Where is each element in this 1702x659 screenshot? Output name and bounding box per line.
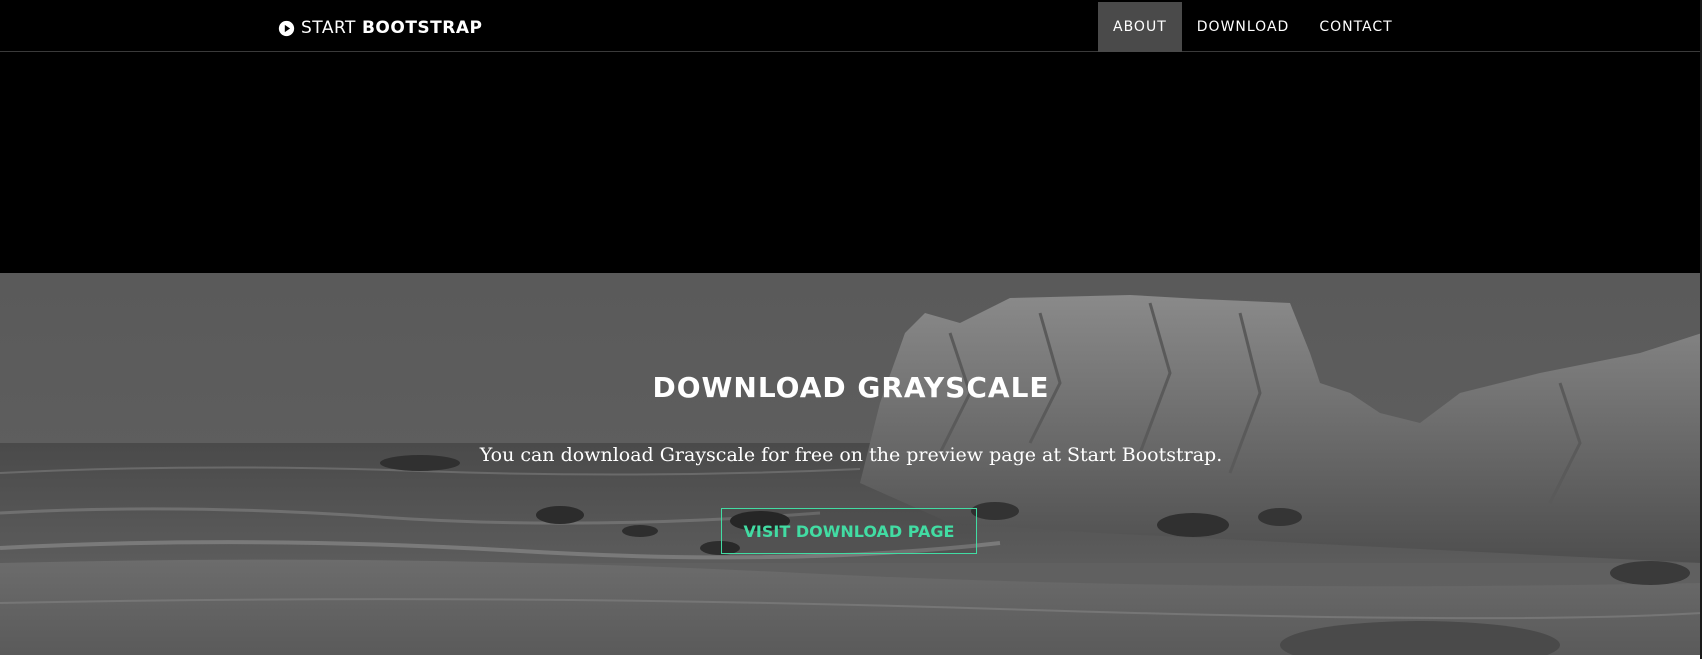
section-title: DOWNLOAD GRAYSCALE (652, 371, 1050, 404)
brand-text-start: START (301, 18, 356, 38)
brand-text-bootstrap: BOOTSTRAP (361, 18, 483, 38)
download-content: DOWNLOAD GRAYSCALE You can download Gray… (0, 273, 1702, 655)
page-bottom-edge (0, 655, 1702, 659)
nav-item-contact[interactable]: CONTACT (1304, 2, 1407, 52)
nav-menu: ABOUT DOWNLOAD CONTACT (1098, 2, 1408, 52)
play-circle-icon (278, 20, 295, 36)
page: START BOOTSTRAP ABOUT DOWNLOAD CONTACT D… (0, 0, 1702, 659)
section-description: You can download Grayscale for free on t… (479, 444, 1223, 466)
brand-link[interactable]: START BOOTSTRAP (278, 16, 482, 40)
navbar: START BOOTSTRAP ABOUT DOWNLOAD CONTACT (0, 2, 1702, 52)
download-section: DOWNLOAD GRAYSCALE You can download Gray… (0, 273, 1702, 655)
nav-item-download[interactable]: DOWNLOAD (1182, 2, 1305, 52)
visit-download-page-button[interactable]: VISIT DOWNLOAD PAGE (721, 508, 977, 554)
nav-item-about[interactable]: ABOUT (1098, 2, 1182, 52)
browser-viewport: START BOOTSTRAP ABOUT DOWNLOAD CONTACT D… (0, 0, 1702, 659)
